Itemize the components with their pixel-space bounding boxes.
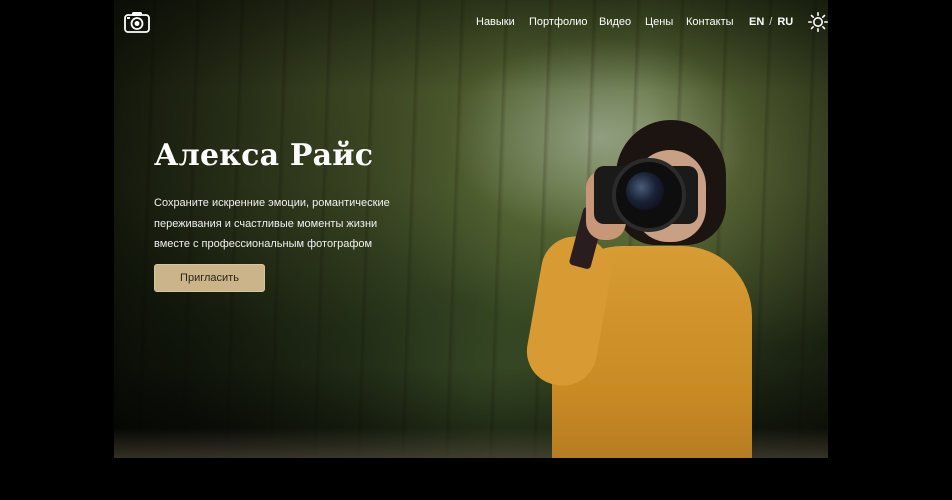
nav-item-contacts[interactable]: Контакты [686, 16, 734, 28]
hero-title: Алекса Райс [154, 138, 374, 173]
sun-icon[interactable] [808, 12, 828, 32]
camera-icon[interactable] [124, 11, 150, 33]
top-navigation: Навыки Портфолио Видео Цены Контакты EN /… [0, 0, 952, 44]
photographer-image [521, 118, 754, 458]
lang-ru[interactable]: RU [777, 16, 793, 28]
nav-item-prices[interactable]: Цены [645, 16, 673, 28]
nav-item-video[interactable]: Видео [599, 16, 631, 28]
lang-en[interactable]: EN [749, 16, 764, 28]
lang-separator: / [769, 16, 773, 28]
nav-item-portfolio[interactable]: Портфолио [529, 16, 588, 28]
hero-description: Сохраните искренние эмоции, романтически… [154, 197, 390, 250]
language-switcher: EN / RU [749, 16, 793, 28]
camera-lens-glass [626, 172, 664, 210]
invite-button[interactable]: Пригласить [154, 264, 265, 292]
nav-item-skills[interactable]: Навыки [476, 16, 515, 28]
